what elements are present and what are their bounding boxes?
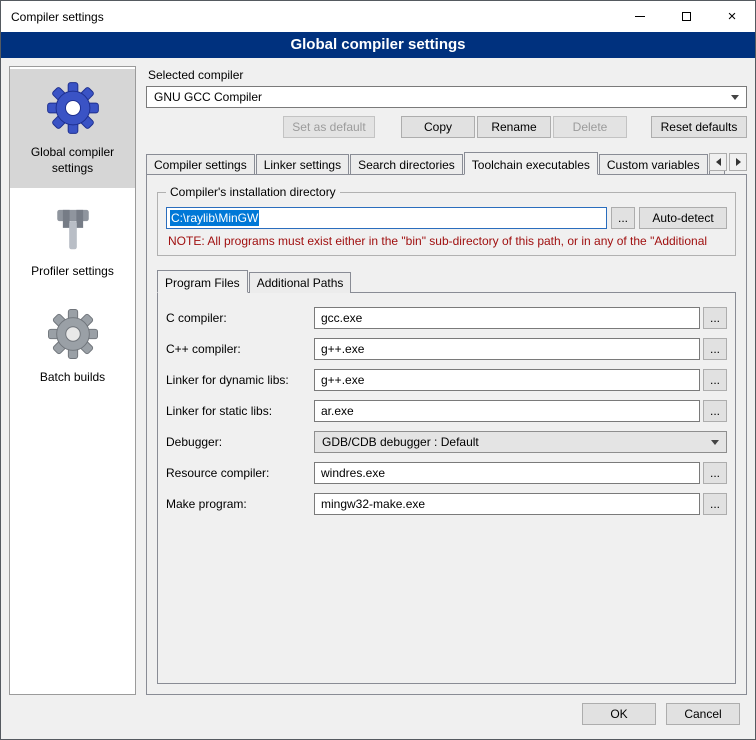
field-label: Linker for static libs:: [166, 404, 314, 418]
window-title: Compiler settings: [1, 1, 617, 32]
tab-scroll-arrows: [709, 153, 747, 171]
content-panel: Selected compiler GNU GCC Compiler Set a…: [146, 66, 747, 695]
installation-directory-group: Compiler's installation directory C:\ray…: [157, 192, 736, 256]
field-value: ar.exe: [321, 404, 354, 418]
compiler-select-value: GNU GCC Compiler: [154, 90, 731, 104]
browse-button[interactable]: ...: [703, 493, 727, 515]
installation-directory-legend: Compiler's installation directory: [166, 185, 340, 199]
field-label: Resource compiler:: [166, 466, 314, 480]
chevron-down-icon: [711, 440, 719, 445]
set-as-default-button[interactable]: Set as default: [283, 116, 375, 138]
program-files-tabstrip: Program Files Additional Paths: [157, 270, 736, 293]
field-value: g++.exe: [321, 373, 364, 387]
tab-custom-variables[interactable]: Custom variables: [599, 154, 708, 175]
chevron-down-icon: [731, 95, 739, 100]
reset-defaults-button[interactable]: Reset defaults: [651, 116, 747, 138]
tab-search-directories[interactable]: Search directories: [350, 154, 463, 175]
profiler-tool-icon: [46, 202, 100, 256]
ok-button[interactable]: OK: [582, 703, 656, 725]
compiler-settings-dialog: Compiler settings × Global compiler sett…: [0, 0, 756, 740]
sidebar-item-profiler-settings[interactable]: Profiler settings: [10, 192, 135, 292]
installation-directory-input[interactable]: C:\raylib\MinGW: [166, 207, 607, 229]
form-row: Resource compiler: windres.exe ...: [166, 462, 727, 484]
maximize-button[interactable]: [663, 1, 709, 32]
tab-scroll-right-button[interactable]: [729, 153, 747, 171]
tab-program-files[interactable]: Program Files: [157, 270, 248, 293]
dialog-body: Global compiler settings Profiler settin…: [1, 58, 755, 697]
c-compiler-input[interactable]: gcc.exe: [314, 307, 700, 329]
cpp-compiler-input[interactable]: g++.exe: [314, 338, 700, 360]
field-label: Make program:: [166, 497, 314, 511]
delete-button[interactable]: Delete: [553, 116, 627, 138]
sidebar-item-global-compiler-settings[interactable]: Global compiler settings: [10, 69, 135, 188]
installation-directory-row: C:\raylib\MinGW ... Auto-detect: [166, 207, 727, 229]
minimize-icon: [635, 16, 645, 17]
dialog-header: Global compiler settings: [1, 32, 755, 58]
debugger-select-value: GDB/CDB debugger : Default: [322, 435, 711, 449]
selected-compiler-label: Selected compiler: [148, 68, 747, 82]
form-row: C++ compiler: g++.exe ...: [166, 338, 727, 360]
installation-note: NOTE: All programs must exist either in …: [168, 234, 725, 248]
compiler-select[interactable]: GNU GCC Compiler: [146, 86, 747, 108]
field-value: gcc.exe: [321, 311, 362, 325]
sidebar-item-batch-builds[interactable]: Batch builds: [10, 296, 135, 398]
field-label: Linker for dynamic libs:: [166, 373, 314, 387]
close-button[interactable]: ×: [709, 1, 755, 32]
cancel-button[interactable]: Cancel: [666, 703, 740, 725]
titlebar: Compiler settings ×: [1, 1, 755, 32]
debugger-select[interactable]: GDB/CDB debugger : Default: [314, 431, 727, 453]
settings-tabstrip: Compiler settings Linker settings Search…: [146, 152, 747, 175]
field-value: windres.exe: [321, 466, 385, 480]
field-value: mingw32-make.exe: [321, 497, 425, 511]
field-label: Debugger:: [166, 435, 314, 449]
copy-button[interactable]: Copy: [401, 116, 475, 138]
linker-static-input[interactable]: ar.exe: [314, 400, 700, 422]
resource-compiler-input[interactable]: windres.exe: [314, 462, 700, 484]
program-files-panel: C compiler: gcc.exe ... C++ compiler: g+…: [157, 292, 736, 684]
dialog-footer: OK Cancel: [1, 697, 755, 739]
maximize-icon: [682, 12, 691, 21]
gear-blue-icon: [44, 79, 102, 137]
toolchain-executables-panel: Compiler's installation directory C:\ray…: [146, 174, 747, 695]
browse-button[interactable]: ...: [703, 462, 727, 484]
form-row: Linker for static libs: ar.exe ...: [166, 400, 727, 422]
gear-gray-icon: [45, 306, 101, 362]
browse-button[interactable]: ...: [703, 400, 727, 422]
arrow-left-icon: [716, 158, 721, 166]
field-value: g++.exe: [321, 342, 364, 356]
tab-scroll-left-button[interactable]: [709, 153, 727, 171]
browse-button[interactable]: ...: [703, 307, 727, 329]
field-label: C++ compiler:: [166, 342, 314, 356]
browse-directory-button[interactable]: ...: [611, 207, 635, 229]
form-row: Linker for dynamic libs: g++.exe ...: [166, 369, 727, 391]
sidebar-item-label: Batch builds: [13, 370, 132, 386]
installation-directory-value: C:\raylib\MinGW: [170, 210, 259, 226]
sidebar-item-label: Profiler settings: [13, 264, 132, 280]
linker-dynamic-input[interactable]: g++.exe: [314, 369, 700, 391]
form-row: Make program: mingw32-make.exe ...: [166, 493, 727, 515]
browse-button[interactable]: ...: [703, 338, 727, 360]
tab-compiler-settings[interactable]: Compiler settings: [146, 154, 255, 175]
field-label: C compiler:: [166, 311, 314, 325]
tab-linker-settings[interactable]: Linker settings: [256, 154, 349, 175]
browse-button[interactable]: ...: [703, 369, 727, 391]
form-row: Debugger: GDB/CDB debugger : Default: [166, 431, 727, 453]
compiler-actions: Set as default Copy Rename Delete Reset …: [146, 116, 747, 138]
form-row: C compiler: gcc.exe ...: [166, 307, 727, 329]
rename-button[interactable]: Rename: [477, 116, 551, 138]
sidebar-item-label: Global compiler settings: [13, 145, 132, 176]
settings-sidebar: Global compiler settings Profiler settin…: [9, 66, 136, 695]
minimize-button[interactable]: [617, 1, 663, 32]
tab-additional-paths[interactable]: Additional Paths: [249, 272, 352, 293]
make-program-input[interactable]: mingw32-make.exe: [314, 493, 700, 515]
tab-toolchain-executables[interactable]: Toolchain executables: [464, 152, 598, 175]
arrow-right-icon: [736, 158, 741, 166]
auto-detect-button[interactable]: Auto-detect: [639, 207, 727, 229]
close-icon: ×: [728, 9, 737, 24]
